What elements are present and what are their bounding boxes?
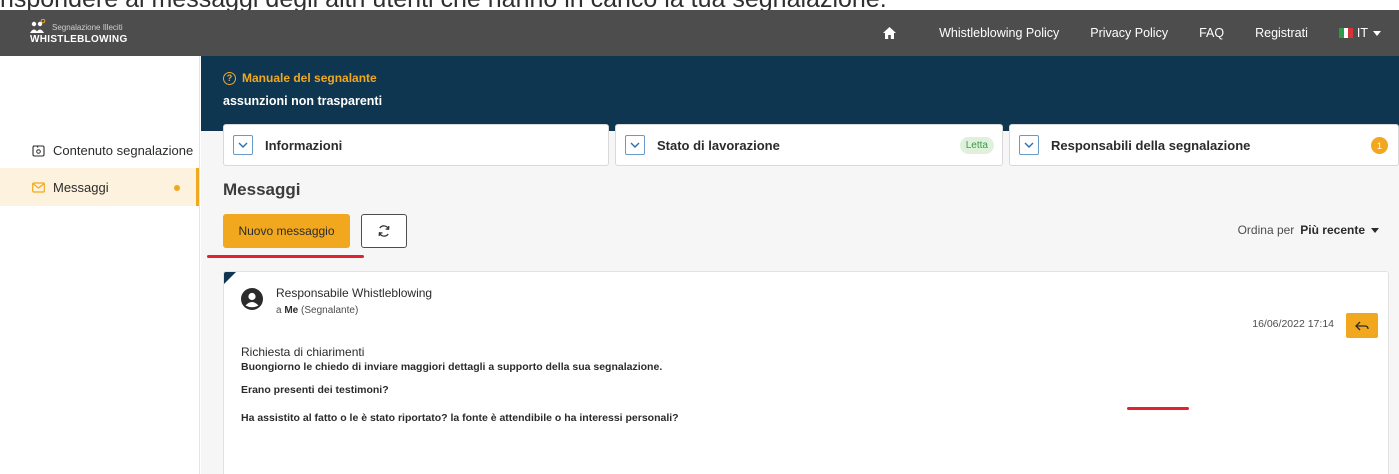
chevron-down-icon: [233, 135, 253, 155]
count-badge: 1: [1371, 137, 1388, 154]
report-title: assunzioni non trasparenti: [223, 94, 383, 108]
panel-label: Informazioni: [265, 137, 343, 153]
unread-corner-marker: [224, 272, 236, 284]
sort-label: Ordina per: [1237, 223, 1295, 237]
home-icon[interactable]: [883, 26, 897, 40]
refresh-icon: [378, 225, 390, 237]
message-body-line: Buongiorno le chiedo di inviare maggiori…: [241, 361, 663, 373]
panel-informazioni[interactable]: Informazioni: [223, 124, 609, 166]
message-body-line: Ha assistito al fatto o le è stato ripor…: [241, 412, 679, 424]
language-selector[interactable]: IT: [1338, 26, 1381, 40]
panel-label: Stato di lavorazione: [657, 137, 780, 153]
document-icon: [32, 144, 45, 157]
sidebar-item-label: Contenuto segnalazione: [53, 142, 194, 158]
message-recipient: a Me (Segnalante): [276, 305, 359, 316]
panel-stato-lavorazione[interactable]: Stato di lavorazione Letta: [615, 124, 1003, 166]
italian-flag-icon: [1338, 28, 1353, 38]
status-badge: Letta: [959, 137, 994, 154]
user-avatar-icon: [241, 288, 263, 310]
envelope-icon: [32, 181, 45, 193]
refresh-button[interactable]: [361, 214, 407, 248]
chevron-down-icon[interactable]: [1371, 227, 1379, 233]
sidebar-item-messaggi[interactable]: Messaggi: [0, 168, 199, 206]
nav-registrati[interactable]: Registrati: [1255, 26, 1308, 40]
language-label: IT: [1356, 26, 1368, 40]
top-navbar: Segnalazione Illeciti WHISTLEBLOWING Whi…: [0, 10, 1399, 56]
sidebar-item-label: Messaggi: [53, 179, 109, 195]
main-nav: Whistleblowing Policy Privacy Policy FAQ…: [883, 10, 1399, 56]
main-content: ? Manuale del segnalante assunzioni non …: [201, 56, 1399, 474]
panel-label: Responsabili della segnalazione: [1051, 137, 1251, 153]
unread-indicator: [174, 185, 180, 191]
logo[interactable]: Segnalazione Illeciti WHISTLEBLOWING: [30, 17, 160, 49]
reply-icon: [1355, 321, 1369, 330]
message-body-line: Erano presenti dei testimoni?: [241, 384, 389, 396]
message-subject: Richiesta di chiarimenti: [241, 345, 365, 359]
nav-privacy-policy[interactable]: Privacy Policy: [1090, 26, 1168, 40]
message-timestamp: 16/06/2022 17:14: [1252, 318, 1334, 330]
manual-label: Manuale del segnalante: [242, 71, 377, 85]
people-logo-icon: [30, 19, 46, 33]
nav-faq[interactable]: FAQ: [1199, 26, 1224, 40]
logo-title: WHISTLEBLOWING: [30, 34, 128, 45]
reply-button[interactable]: [1346, 313, 1378, 338]
message-sender: Responsabile Whistleblowing: [276, 286, 433, 300]
section-title: Messaggi: [223, 180, 301, 199]
question-icon: ?: [223, 71, 236, 85]
new-message-button[interactable]: Nuovo messaggio: [223, 214, 350, 248]
highlight-underline: [207, 255, 364, 258]
nav-whistleblowing-policy[interactable]: Whistleblowing Policy: [939, 26, 1059, 40]
panel-responsabili[interactable]: Responsabili della segnalazione 1: [1009, 124, 1399, 166]
sidebar: Contenuto segnalazione Messaggi: [0, 56, 200, 474]
sort-control: Ordina per Più recente: [1238, 223, 1379, 237]
sort-dropdown[interactable]: Più recente: [1300, 223, 1365, 237]
report-banner: ? Manuale del segnalante assunzioni non …: [201, 56, 1399, 131]
chevron-down-icon: [1019, 135, 1039, 155]
highlight-underline: [1127, 407, 1189, 410]
sidebar-item-contenuto[interactable]: Contenuto segnalazione: [0, 131, 198, 169]
manual-link[interactable]: ? Manuale del segnalante: [223, 71, 377, 85]
chevron-down-icon: [625, 135, 645, 155]
chevron-down-icon: [1373, 30, 1381, 36]
message-card: Responsabile Whistleblowing a Me (Segnal…: [223, 271, 1389, 474]
logo-subtitle: Segnalazione Illeciti: [52, 23, 123, 32]
